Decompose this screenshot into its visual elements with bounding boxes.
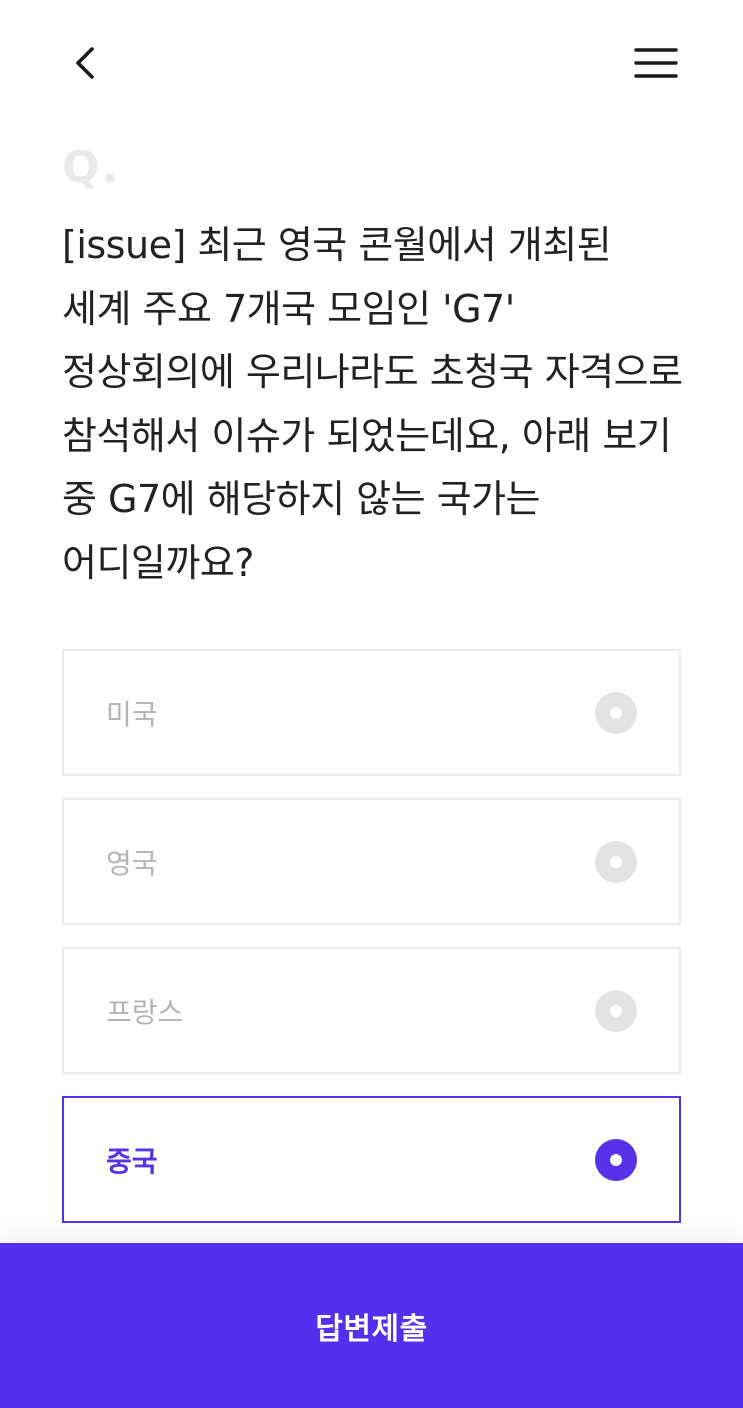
chevron-left-icon [76,47,94,79]
submit-label: 답변제출 [315,1311,428,1347]
question-prefix: Q. [62,142,121,193]
radio-dot-icon [610,706,622,719]
answer-option-label: 프랑스 [106,995,184,1029]
radio-button[interactable] [595,691,637,734]
back-button[interactable] [60,38,110,88]
radio-dot-icon [610,855,622,868]
radio-dot-icon [610,1004,622,1017]
radio-button[interactable] [595,1138,637,1181]
answer-option-label: 미국 [106,697,158,731]
answer-option-3[interactable]: 프랑스 [62,947,681,1074]
answer-option-label: 영국 [106,846,158,880]
radio-button[interactable] [595,840,637,883]
hamburger-menu-icon [634,48,678,78]
answer-option-1[interactable]: 미국 [62,649,681,776]
answer-option-label: 중국 [106,1144,158,1178]
answer-option-2[interactable]: 영국 [62,798,681,925]
question-text: [issue] 최근 영국 콘월에서 개최된 세계 주요 7개국 모임인 'G7… [62,223,683,585]
quiz-screen: Q. [issue] 최근 영국 콘월에서 개최된 세계 주요 7개국 모임인 … [0,0,743,1408]
answer-options: 미국 영국 프랑스 중국 [62,649,681,1245]
submit-answer-button[interactable]: 답변제출 [0,1243,743,1408]
radio-button[interactable] [595,989,637,1032]
menu-button[interactable] [628,38,684,88]
answer-option-4[interactable]: 중국 [62,1096,681,1223]
radio-dot-icon [610,1153,622,1166]
